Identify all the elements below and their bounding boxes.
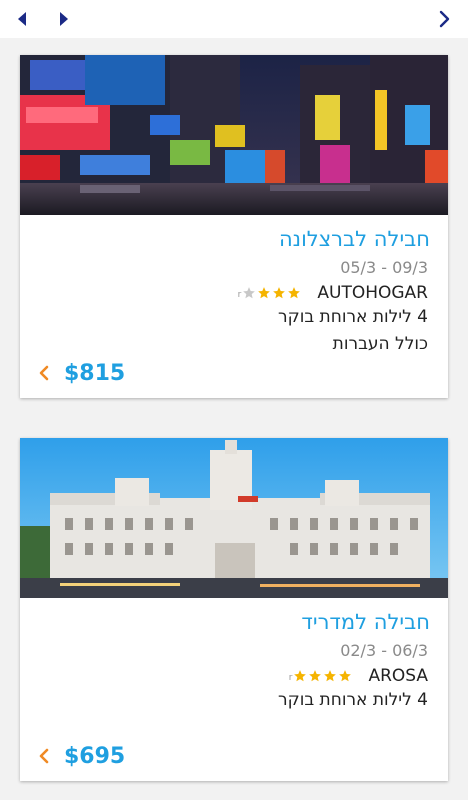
price-row[interactable]: $815 — [38, 360, 125, 386]
star-icon — [324, 670, 337, 682]
package-title[interactable]: חבילה לברצלונה — [279, 227, 430, 251]
travel-dates: 05/3 - 09/3 — [340, 258, 428, 277]
destination-image — [20, 438, 448, 598]
transfers-line: כולל העברות — [332, 334, 428, 354]
price: $695 — [64, 743, 126, 769]
hotel-row: AROSA r — [287, 666, 428, 686]
top-navigation-bar — [0, 0, 468, 38]
star-icon — [258, 287, 271, 299]
chevron-left-icon[interactable] — [38, 747, 50, 765]
package-card[interactable]: חבילה לברצלונה 05/3 - 09/3 AUTOHOGAR r 4… — [20, 55, 448, 398]
star-icon — [309, 670, 322, 682]
star-icon — [288, 287, 301, 299]
travel-dates: 02/3 - 06/3 — [340, 641, 428, 660]
price-row[interactable]: $695 — [38, 743, 125, 769]
package-card[interactable]: חבילה למדריד 02/3 - 06/3 AROSA r 4 לילות… — [20, 438, 448, 781]
star-icon — [339, 670, 352, 682]
hotel-row: AUTOHOGAR r — [236, 283, 428, 303]
hotel-star-rating: r — [287, 669, 353, 683]
hotel-name: AUTOHOGAR — [317, 283, 428, 303]
nights-meal-line: 4 לילות ארוחת בוקר — [278, 307, 428, 327]
chevron-right-icon[interactable] — [438, 10, 456, 28]
destination-image — [20, 55, 448, 215]
prev-arrow-icon[interactable] — [16, 10, 34, 28]
package-title[interactable]: חבילה למדריד — [301, 610, 430, 634]
star-icon — [273, 287, 286, 299]
hotel-name: AROSA — [368, 666, 428, 686]
star-badge: r — [237, 290, 242, 300]
hotel-star-rating: r — [236, 286, 302, 300]
star-empty-icon — [243, 287, 256, 299]
price: $815 — [64, 360, 126, 386]
next-arrow-icon[interactable] — [58, 10, 76, 28]
nights-meal-line: 4 לילות ארוחת בוקר — [278, 690, 428, 710]
star-icon — [294, 670, 307, 682]
star-badge: r — [288, 673, 293, 683]
chevron-left-icon[interactable] — [38, 364, 50, 382]
